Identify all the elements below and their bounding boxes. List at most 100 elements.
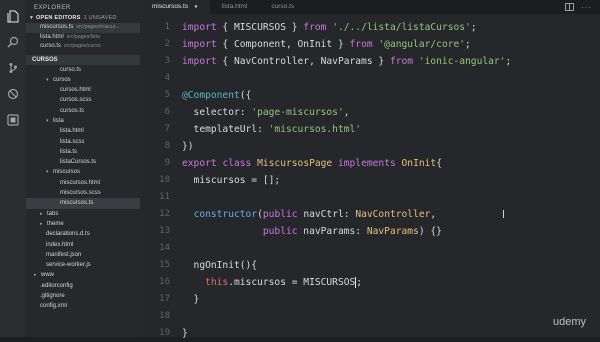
tree-item-label: miscursos.html — [60, 179, 101, 186]
code-text: } — [182, 291, 200, 308]
tree-item-label: cursos.scss — [60, 97, 92, 104]
code-token: { NavController, NavParams } — [216, 56, 390, 67]
tree-file[interactable]: .editorconfig — [26, 281, 140, 291]
code-text: import { NavController, NavParams } from… — [182, 53, 511, 70]
tree-folder[interactable]: ▸ theme — [26, 219, 140, 229]
code-line: 15 ngOnInit(){ — [140, 257, 600, 274]
code-token: ({ — [239, 90, 252, 101]
files-icon[interactable] — [0, 3, 26, 29]
code-line: 10 miscursos = []; — [140, 172, 600, 189]
tree-file[interactable]: .gitignore — [26, 291, 140, 301]
tree-file[interactable]: curso.ts — [26, 65, 140, 75]
tree-folder[interactable]: ▾ miscursos — [26, 167, 140, 177]
open-editor-item[interactable]: curso.ts src/pages/curso — [26, 42, 140, 52]
code-text: export class MiscursosPage implements On… — [182, 155, 442, 172]
tree-file[interactable]: miscursos.ts — [26, 198, 140, 209]
code-token: navCtrl: — [297, 209, 356, 220]
tree-folder[interactable]: ▸ www — [26, 270, 140, 280]
tree-folder[interactable]: ▸ tabs — [26, 209, 140, 219]
tree-item-label: manifest.json — [46, 251, 82, 258]
open-editors-list: miscursos.ts src/pages/miscur... lista.htm… — [26, 23, 140, 52]
debug-icon[interactable] — [0, 81, 26, 107]
code-token: { MISCURSOS } — [216, 22, 304, 33]
tree-file[interactable]: cursos.ts — [26, 106, 140, 116]
tree-item-label: miscursos.scss — [60, 190, 101, 197]
tree-file[interactable]: miscursos.scss — [26, 188, 140, 198]
tree-file[interactable]: manifest.json — [26, 250, 140, 260]
tree-item-label: index.html — [46, 241, 74, 248]
extensions-icon[interactable] — [0, 107, 26, 133]
code-token: ngOnInit(){ — [182, 260, 258, 271]
more-icon[interactable]: ··· — [581, 3, 592, 12]
line-number: 3 — [164, 56, 170, 66]
chevron-right-icon: ▸ — [34, 272, 37, 279]
unsaved-dot-icon[interactable]: ● — [194, 4, 198, 10]
code-line: 13 public navParams: NavParams) {} — [140, 223, 600, 240]
code-line: 18 — [140, 308, 600, 325]
code-text: @Component({ — [182, 87, 251, 104]
tree-item-label: miscursos — [53, 169, 81, 176]
git-icon[interactable] — [0, 55, 26, 81]
open-editor-item[interactable]: lista.html src/pages/lista — [26, 33, 140, 43]
tree-item-label: cursos.html — [60, 87, 91, 94]
tree-item-label: theme — [47, 220, 64, 227]
code-token: ) {} — [418, 226, 442, 237]
editor-tabs: miscursos.ts ● lista.html curso.ts ··· — [140, 0, 600, 14]
tree-file[interactable]: listaCursos.ts — [26, 157, 140, 167]
code-line: 2 import { Component, OnInit } from '@ang… — [140, 36, 600, 53]
tab-lista-html[interactable]: lista.html — [210, 0, 260, 14]
line-number: 2 — [164, 39, 170, 49]
code-token: , — [430, 209, 437, 220]
open-editor-path: src/pages/lista — [66, 33, 100, 40]
tab-curso-ts[interactable]: curso.ts — [259, 0, 306, 14]
code-token: navParams: — [297, 226, 367, 237]
open-editor-path: src/pages/curso — [64, 43, 101, 49]
line-number: 14 — [159, 243, 170, 253]
open-editor-name: miscursos.ts — [40, 24, 74, 30]
unsaved-badge: 1 UNSAVED — [83, 15, 117, 21]
code-token: }) — [182, 141, 194, 152]
code-text: selector: 'page-miscursos', — [182, 104, 350, 121]
line-number: 4 — [164, 73, 170, 83]
tree-folder[interactable]: ▾ lista — [26, 116, 140, 126]
tree-folder[interactable]: ▾ cursos — [26, 75, 140, 85]
tree-file[interactable]: cursos.html — [26, 85, 140, 95]
project-header[interactable]: CURSOS — [26, 54, 140, 65]
code-token: './../lista/listaCursos' — [332, 22, 471, 33]
code-token: .miscursos = MISCURSOS — [228, 277, 356, 288]
code-editor[interactable]: 1 import { MISCURSOS } from './../lista/l… — [140, 14, 600, 339]
tree-item-label: tabs — [47, 210, 59, 217]
tree-item-label: cursos — [53, 76, 71, 83]
tree-file[interactable]: miscursos.html — [26, 178, 140, 188]
tab-miscursos-ts[interactable]: miscursos.ts ● — [140, 0, 210, 14]
code-text: import { Component, OnInit } from '@angu… — [182, 36, 471, 53]
tree-file[interactable]: lista.html — [26, 126, 140, 136]
tree-file[interactable]: config.xml — [26, 301, 140, 311]
open-editor-name: curso.ts — [40, 43, 62, 49]
tree-file[interactable]: declarations.d.ts — [26, 229, 140, 239]
tree-file[interactable]: service-worker.js — [26, 260, 140, 270]
code-text: ngOnInit(){ — [182, 257, 258, 274]
open-editors-header[interactable]: ▾ OPEN EDITORS 1 UNSAVED — [26, 14, 140, 23]
open-editor-path: src/pages/miscur... — [76, 24, 120, 30]
line-number: 11 — [159, 192, 170, 202]
line-number: 1 — [164, 22, 170, 32]
line-number: 8 — [164, 141, 170, 151]
code-token: class — [222, 158, 252, 169]
tree-item-label: declarations.d.ts — [46, 231, 90, 238]
explorer-title: EXPLORER — [34, 5, 71, 11]
open-editor-item[interactable]: miscursos.ts src/pages/miscur... — [26, 23, 140, 33]
search-icon[interactable] — [0, 29, 26, 55]
code-token: ; — [465, 39, 471, 50]
tab-label: lista.html — [221, 3, 248, 10]
tree-file[interactable]: cursos.scss — [26, 95, 140, 105]
tree-file[interactable]: lista.ts — [26, 147, 140, 157]
tree-file[interactable]: index.html — [26, 240, 140, 250]
line-number: 12 — [159, 209, 170, 219]
code-line: 7 templateUrl: 'miscursos.html' — [140, 121, 600, 138]
code-token: , — [343, 107, 350, 118]
tree-file[interactable]: lista.scss — [26, 137, 140, 147]
code-token: miscursos = []; — [182, 175, 281, 186]
